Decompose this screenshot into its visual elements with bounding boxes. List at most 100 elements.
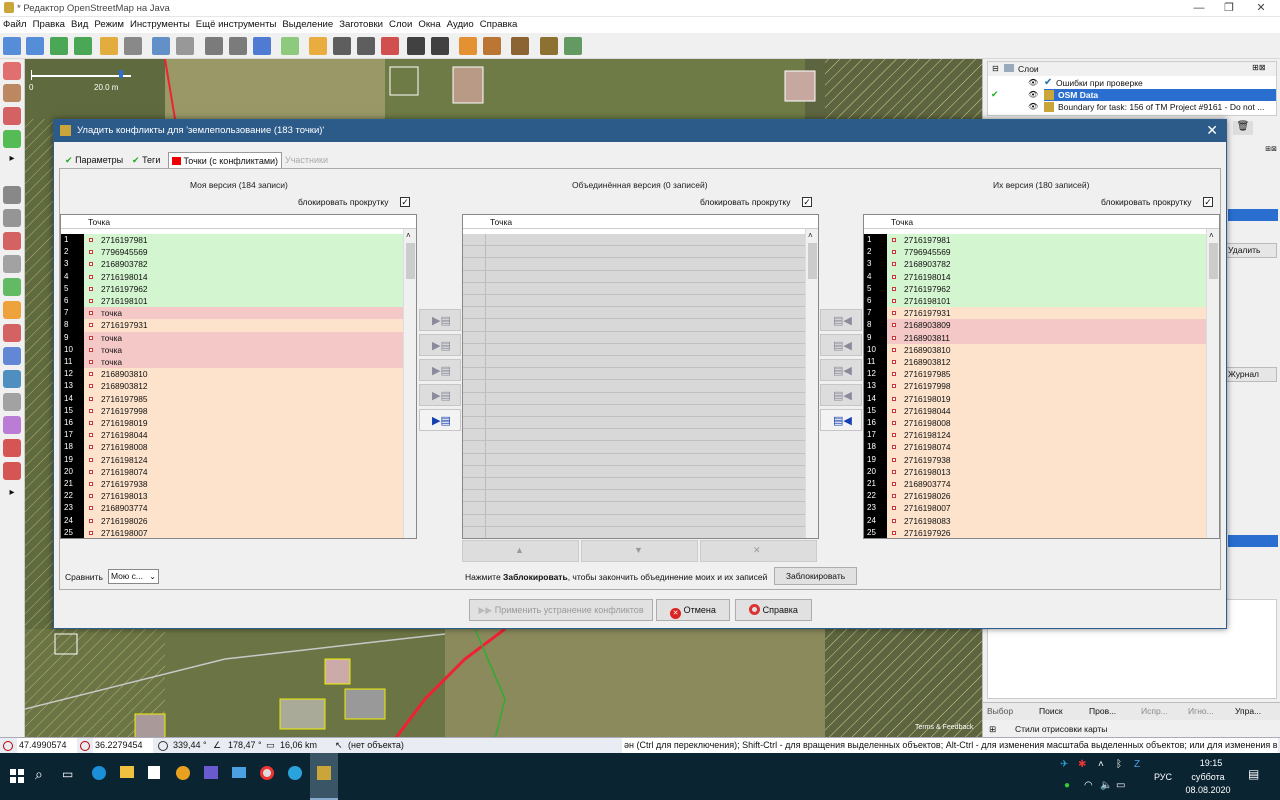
wifi-icon[interactable]: ◠: [1084, 780, 1093, 791]
history-tool-icon[interactable]: [3, 462, 21, 480]
close-window-icon[interactable]: ✕: [1246, 1, 1276, 16]
table-row[interactable]: 7 точка: [61, 307, 403, 320]
merged-scrollbar[interactable]: ˄: [805, 229, 818, 538]
menu-item[interactable]: Инструменты: [127, 17, 193, 33]
scroll-up-icon[interactable]: ˄: [406, 231, 411, 240]
layers-tool-icon[interactable]: [3, 186, 21, 204]
conflict-tool-icon[interactable]: [3, 347, 21, 365]
vs-icon[interactable]: [204, 766, 218, 779]
table-row[interactable]: 10 2168903810: [864, 343, 1206, 356]
more-tools-icon[interactable]: ▸: [3, 487, 21, 505]
redo-icon[interactable]: [124, 37, 142, 55]
josm-taskbar-button[interactable]: [310, 753, 338, 800]
input-language[interactable]: РУС: [1154, 772, 1172, 782]
menu-item[interactable]: Вид: [68, 17, 91, 33]
cancel-button[interactable]: ✕ Отмена: [656, 599, 730, 621]
table-row[interactable]: 14 2716197985: [61, 392, 403, 405]
menu-item[interactable]: Файл: [0, 17, 30, 33]
tab-tags[interactable]: ✔ Теги: [129, 152, 163, 168]
panel-dock-icon[interactable]: ⊞⊠: [1252, 63, 1265, 72]
chrome-icon[interactable]: [260, 766, 274, 780]
menu-item[interactable]: Заготовки: [336, 17, 386, 33]
tray-app-icon[interactable]: ✱: [1078, 759, 1086, 770]
compare-select[interactable]: Мою с... ⌄: [108, 569, 159, 584]
zoom-best-icon[interactable]: [176, 37, 194, 55]
explorer-icon[interactable]: [120, 766, 134, 778]
copy-their-merged-button[interactable]: ▤◀: [820, 359, 862, 381]
copy-their-after-button[interactable]: ▤◀: [820, 334, 862, 356]
windows-start-icon[interactable]: [10, 769, 24, 783]
layer-row[interactable]: 👁 Boundary for task: 156 of TM Project #…: [988, 101, 1276, 113]
maximize-icon[interactable]: ❐: [1214, 1, 1244, 16]
menu-item[interactable]: Справка: [477, 17, 521, 33]
preset-farm-icon[interactable]: [564, 37, 582, 55]
authors-tool-icon[interactable]: [3, 324, 21, 342]
changeset-tool-icon[interactable]: [3, 301, 21, 319]
table-row[interactable]: 13 2716197998: [864, 380, 1206, 393]
table-row[interactable]: 21 2716197938: [61, 478, 403, 491]
tab-search[interactable]: Поиск: [1039, 706, 1086, 716]
minimize-icon[interactable]: —: [1184, 1, 1214, 16]
table-row[interactable]: 6 2716198101: [61, 295, 403, 308]
menu-item[interactable]: Аудио: [444, 17, 477, 33]
table-row[interactable]: 9 2168903811: [864, 331, 1206, 344]
paint-tool-icon[interactable]: [3, 416, 21, 434]
volume-icon[interactable]: 🔈: [1100, 780, 1112, 791]
table-row[interactable]: 17 2716198124: [864, 429, 1206, 442]
improve-way-icon[interactable]: [3, 130, 21, 148]
tab-ignore[interactable]: Игно...: [1188, 706, 1235, 716]
table-row[interactable]: 16 2716198008: [864, 417, 1206, 430]
download-icon[interactable]: [50, 37, 68, 55]
table-row[interactable]: 8 2716197931: [61, 319, 403, 332]
edge-icon[interactable]: [92, 766, 106, 780]
validation-tool-icon[interactable]: [3, 370, 21, 388]
panel-dock-icon[interactable]: ⊞⊠: [1223, 145, 1277, 159]
table-row[interactable]: 23 2168903774: [61, 502, 403, 515]
menu-item[interactable]: Правка: [30, 17, 68, 33]
task-view-icon[interactable]: ▭: [62, 767, 73, 781]
table-row[interactable]: 17 2716198044: [61, 429, 403, 442]
table-row[interactable]: 12 2168903810: [61, 368, 403, 381]
select-tool-icon[interactable]: [3, 62, 21, 80]
map-attribution[interactable]: Terms & Feedback: [915, 724, 973, 731]
preset-grass-icon[interactable]: [281, 37, 299, 55]
clock-time[interactable]: 19:15: [1194, 758, 1228, 768]
table-row[interactable]: 24 2716198026: [61, 514, 403, 527]
copy-their-end-button[interactable]: ▤◀: [820, 384, 862, 406]
draw-icon[interactable]: [205, 37, 223, 55]
notes-tool-icon[interactable]: [3, 439, 21, 457]
their-nodes-table[interactable]: Точка 1 2716197981 2 7796945569 3 2168903782 4…: [863, 214, 1220, 539]
move-up-button[interactable]: ▲: [462, 540, 579, 562]
table-row[interactable]: 23 2716198007: [864, 502, 1206, 515]
preset-road2-icon[interactable]: [333, 37, 351, 55]
tray-chevron-icon[interactable]: ˄: [1098, 759, 1104, 770]
refresh-icon[interactable]: [253, 37, 271, 55]
menu-item[interactable]: Окна: [415, 17, 443, 33]
table-row[interactable]: 19 2716197938: [864, 453, 1206, 466]
tray-telegram-icon[interactable]: ✈: [1060, 759, 1068, 770]
table-row[interactable]: 20 2716198074: [61, 465, 403, 478]
table-row[interactable]: 8 2168903809: [864, 319, 1206, 332]
search-icon[interactable]: ⌕: [35, 766, 43, 783]
lasso-tool-icon[interactable]: [3, 107, 21, 125]
table-row[interactable]: 15 2716197998: [61, 404, 403, 417]
filter-tool-icon[interactable]: [3, 393, 21, 411]
table-row[interactable]: 20 2716198013: [864, 465, 1206, 478]
copy-my-end-button[interactable]: ▶▤: [419, 384, 461, 406]
tray-green-icon[interactable]: ●: [1064, 780, 1070, 791]
open-file-icon[interactable]: [3, 37, 21, 55]
journal-button[interactable]: Журнал: [1223, 367, 1277, 382]
preset-car-icon[interactable]: [407, 37, 425, 55]
table-row[interactable]: 3 2168903782: [61, 258, 403, 271]
preset-bus-icon[interactable]: [431, 37, 449, 55]
tab-properties[interactable]: ✔ Параметры: [62, 152, 126, 168]
preset-castle-icon[interactable]: [511, 37, 529, 55]
draw-tool-icon[interactable]: [3, 84, 21, 102]
table-row[interactable]: 25 2716197926: [864, 526, 1206, 538]
scroll-up-icon[interactable]: ˄: [1209, 231, 1214, 240]
table-row[interactable]: 15 2716198044: [864, 404, 1206, 417]
map-tool-icon[interactable]: [3, 278, 21, 296]
notifications-icon[interactable]: ▤: [1248, 767, 1259, 781]
table-row[interactable]: 25 2716198007: [61, 526, 403, 538]
table-row[interactable]: 2 7796945569: [864, 246, 1206, 259]
